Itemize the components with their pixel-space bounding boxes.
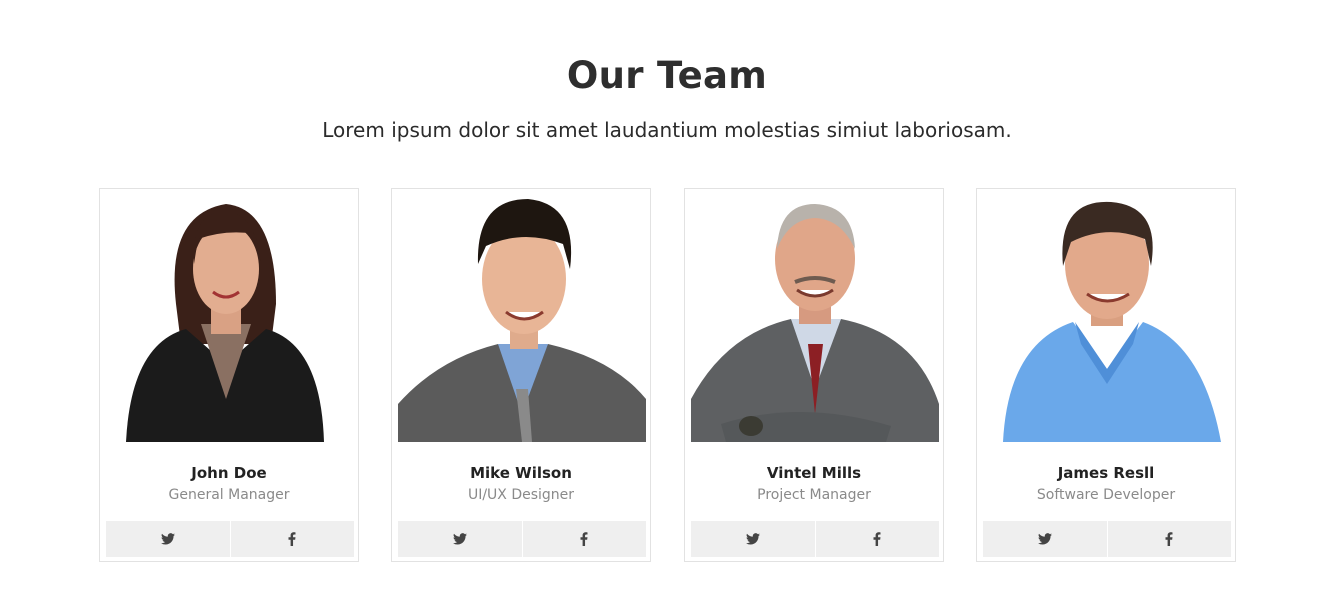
member-name: John Doe <box>191 464 267 482</box>
twitter-button[interactable] <box>691 521 815 557</box>
facebook-icon <box>873 532 881 546</box>
social-links <box>691 521 939 557</box>
member-photo <box>691 194 939 442</box>
twitter-icon <box>745 533 760 545</box>
section-title: Our Team <box>566 54 768 97</box>
member-name: Mike Wilson <box>470 464 572 482</box>
facebook-icon <box>580 532 588 546</box>
member-photo <box>398 194 646 442</box>
twitter-icon <box>452 533 467 545</box>
member-role: UI/UX Designer <box>467 487 575 503</box>
member-role: General Manager <box>168 487 290 503</box>
team-card: Mike Wilson UI/UX Designer <box>391 188 651 562</box>
member-role: Project Manager <box>757 487 871 503</box>
twitter-icon <box>160 533 175 545</box>
section-subtitle: Lorem ipsum dolor sit amet laudantium mo… <box>322 118 1012 142</box>
social-links <box>398 521 646 557</box>
facebook-button[interactable] <box>1106 521 1232 557</box>
facebook-icon <box>1165 532 1173 546</box>
team-card: John Doe General Manager <box>99 188 359 562</box>
team-card: Vintel Mills Project Manager <box>684 188 944 562</box>
facebook-button[interactable] <box>521 521 647 557</box>
facebook-button[interactable] <box>814 521 940 557</box>
twitter-button[interactable] <box>983 521 1107 557</box>
facebook-button[interactable] <box>229 521 355 557</box>
member-photo <box>106 194 354 442</box>
member-role: Software Developer <box>1036 487 1176 503</box>
social-links <box>983 521 1231 557</box>
team-card: James Resll Software Developer <box>976 188 1236 562</box>
social-links <box>106 521 354 557</box>
member-name: Vintel Mills <box>766 464 862 482</box>
facebook-icon <box>288 532 296 546</box>
twitter-button[interactable] <box>398 521 522 557</box>
twitter-button[interactable] <box>106 521 230 557</box>
twitter-icon <box>1037 533 1052 545</box>
member-name: James Resll <box>1057 464 1155 482</box>
member-photo <box>983 194 1231 442</box>
